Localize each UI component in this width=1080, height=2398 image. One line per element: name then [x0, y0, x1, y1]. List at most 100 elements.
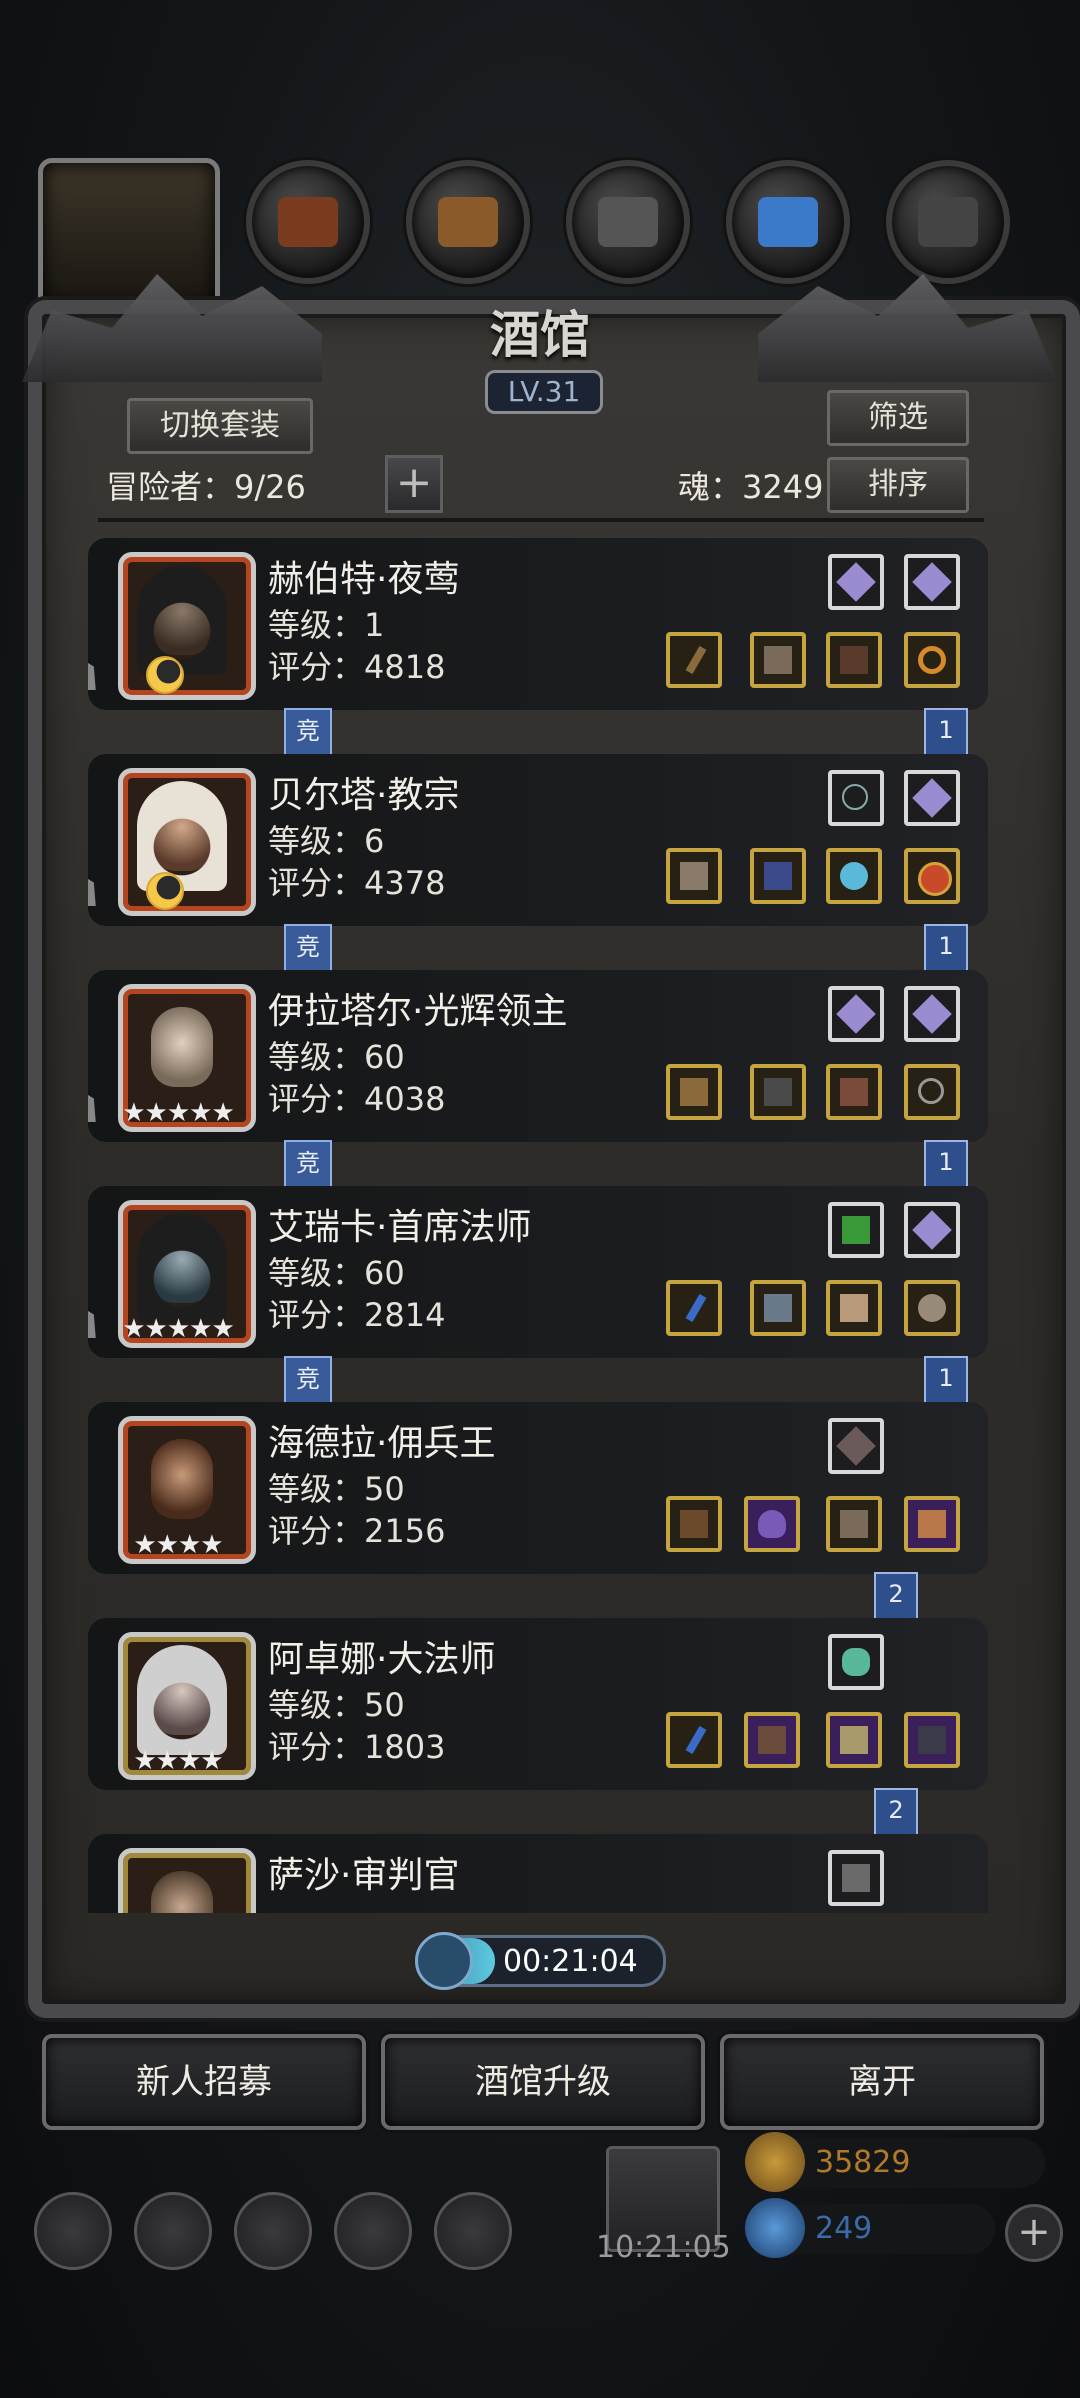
tab-scroll[interactable] — [406, 160, 530, 284]
hero-level: 等级：6 — [268, 822, 385, 860]
hero-score: 评分：4378 — [268, 864, 446, 902]
mail-icon[interactable] — [334, 2192, 412, 2270]
hero-portrait — [118, 1848, 256, 1913]
jade-slot-icon[interactable] — [828, 1634, 884, 1690]
crossbow-slot-icon[interactable] — [666, 1496, 722, 1552]
leave-button[interactable]: 离开 — [720, 2034, 1044, 2130]
star-icon[interactable] — [134, 2192, 212, 2270]
adventurer-count: 冒险者：9/26 — [106, 468, 306, 506]
gold-counter: 35829 — [745, 2132, 1045, 2192]
arena-badge: 竞 — [284, 708, 332, 758]
sort-button[interactable]: 排序 — [827, 457, 969, 513]
tab-helmet[interactable] — [246, 160, 370, 284]
soul-count: 魂：3249 — [678, 468, 824, 506]
armor-slot-icon[interactable] — [750, 1280, 806, 1336]
boots-slot-icon[interactable] — [904, 1712, 960, 1768]
armor-slot-icon[interactable] — [750, 1064, 806, 1120]
hero-score: 评分：4038 — [268, 1080, 446, 1118]
tab-forge[interactable] — [886, 160, 1010, 284]
armor-slot-icon[interactable] — [826, 1496, 882, 1552]
weapon-slot-icon[interactable] — [666, 632, 722, 688]
hero-name: 赫伯特·夜莺 — [268, 559, 460, 600]
hero-score: 评分：2156 — [268, 1512, 446, 1550]
boots-slot-icon[interactable] — [826, 632, 882, 688]
amulet-slot-icon[interactable] — [828, 770, 884, 826]
orb-slot-icon[interactable] — [826, 848, 882, 904]
star-rating: ★★★★★ — [122, 1314, 235, 1344]
hero-name: 艾瑞卡·首席法师 — [268, 1207, 532, 1248]
cloak-slot-icon[interactable] — [744, 1712, 800, 1768]
arena-badge: 竞 — [284, 924, 332, 974]
hero-name: 海德拉·佣兵王 — [268, 1423, 496, 1464]
hero-card[interactable]: ☗ 贝尔塔·教宗 等级：6 评分：4378 — [88, 754, 988, 926]
filter-button[interactable]: 筛选 — [827, 390, 969, 446]
hero-level: 等级：50 — [268, 1686, 405, 1724]
ring-slot-icon[interactable] — [904, 848, 960, 904]
upgrade-tavern-button[interactable]: 酒馆升级 — [381, 2034, 705, 2130]
hammer-slot-icon[interactable] — [666, 848, 722, 904]
hero-card[interactable]: ☗ 赫伯特·夜莺 等级：1 评分：4818 — [88, 538, 988, 710]
crystal-slot-icon[interactable] — [904, 554, 960, 610]
ring-slot-icon[interactable] — [904, 632, 960, 688]
map-icon[interactable] — [434, 2192, 512, 2270]
tavern-level-badge: LV.31 — [485, 370, 603, 414]
necklace-slot-icon[interactable] — [904, 1064, 960, 1120]
hammer-slot-icon[interactable] — [666, 1064, 722, 1120]
recruit-button[interactable]: 新人招募 — [42, 2034, 366, 2130]
settings-icon[interactable] — [34, 2192, 112, 2270]
hero-portrait — [118, 768, 256, 916]
tab-crystal[interactable] — [726, 160, 850, 284]
add-gems-button[interactable]: + — [1005, 2204, 1063, 2262]
hero-name: 阿卓娜·大法师 — [268, 1639, 496, 1680]
staff-slot-icon[interactable] — [666, 1712, 722, 1768]
shard-slot-icon[interactable] — [828, 1418, 884, 1474]
star-rating: ★★★★ — [133, 1746, 223, 1776]
gold-value: 35829 — [815, 2145, 911, 2180]
hero-card[interactable]: ★★★★★ ☗ 伊拉塔尔·光辉领主 等级：60 评分：4038 — [88, 970, 988, 1142]
gauntlet-slot-icon[interactable] — [828, 1850, 884, 1906]
gem-counter: 249 — [745, 2198, 995, 2258]
hero-card[interactable]: ★★★★ 阿卓娜·大法师 等级：50 评分：1803 — [88, 1618, 988, 1790]
arena-badge: 竞 — [284, 1356, 332, 1406]
tome-slot-icon[interactable] — [828, 1202, 884, 1258]
scroll-slot-icon[interactable] — [904, 1496, 960, 1552]
tab-anvil[interactable] — [566, 160, 690, 284]
hero-list[interactable]: ☗ 赫伯特·夜莺 等级：1 评分：4818 竞 1 ☗ 贝尔塔·教宗 等级：6 … — [88, 538, 988, 1913]
hero-card[interactable]: 萨沙·审判官 — [88, 1834, 988, 1913]
moon-rarity-icon — [146, 656, 184, 694]
page-title: 酒馆 — [490, 305, 590, 364]
crystal-slot-icon[interactable] — [904, 986, 960, 1042]
tab-hero[interactable] — [38, 158, 220, 310]
hero-name: 伊拉塔尔·光辉领主 — [268, 991, 568, 1032]
robe-slot-icon[interactable] — [750, 848, 806, 904]
gem-icon — [745, 2198, 805, 2258]
guild-icon[interactable] — [234, 2192, 312, 2270]
upgrade-timer: 00:21:04 — [415, 1932, 666, 1990]
gauntlet-slot-icon[interactable] — [826, 1712, 882, 1768]
crystal-slot-icon[interactable] — [904, 770, 960, 826]
hero-level: 等级：50 — [268, 1470, 405, 1508]
staff-slot-icon[interactable] — [666, 1280, 722, 1336]
timer-text: 00:21:04 — [503, 1944, 638, 1979]
mask-slot-icon[interactable] — [826, 1280, 882, 1336]
switch-outfit-button[interactable]: 切换套装 — [127, 398, 313, 454]
crystal-slot-icon[interactable] — [904, 1202, 960, 1258]
hero-portrait — [118, 552, 256, 700]
hero-card[interactable]: ★★★★★ ☗ 艾瑞卡·首席法师 等级：60 评分：2814 — [88, 1186, 988, 1358]
helmet-icon — [278, 197, 338, 247]
add-slot-button[interactable]: + — [385, 455, 443, 513]
crystal-slot-icon[interactable] — [828, 554, 884, 610]
gauntlet-slot-icon[interactable] — [826, 1064, 882, 1120]
hero-card[interactable]: ★★★★ 海德拉·佣兵王 等级：50 评分：2156 — [88, 1402, 988, 1574]
forge-icon — [918, 197, 978, 247]
star-rating: ★★★★★ — [122, 1098, 235, 1128]
ring-slot-icon[interactable] — [904, 1280, 960, 1336]
ghost-icon: ☗ — [88, 1296, 99, 1352]
helmet-slot-icon[interactable] — [744, 1496, 800, 1552]
crystal-slot-icon[interactable] — [828, 986, 884, 1042]
anvil-icon — [598, 197, 658, 247]
armor-slot-icon[interactable] — [750, 632, 806, 688]
ghost-icon: ☗ — [88, 648, 99, 704]
hero-level: 等级：1 — [268, 606, 385, 644]
game-clock: 10:21:05 — [596, 2230, 731, 2265]
